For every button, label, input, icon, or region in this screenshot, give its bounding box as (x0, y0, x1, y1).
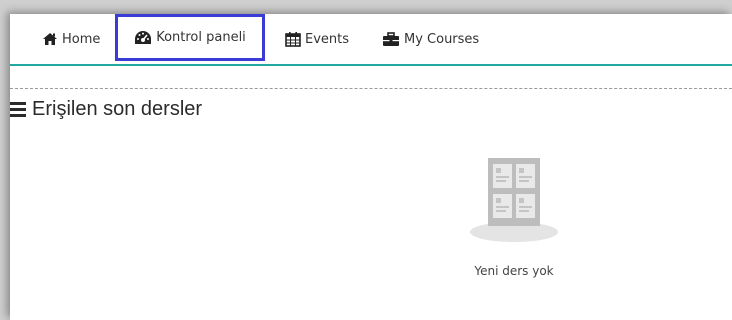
section-divider (10, 88, 732, 89)
screenshot-frame: Home Kontrol paneli Events My Courses Er… (0, 0, 732, 320)
briefcase-icon (382, 31, 400, 47)
calendar-icon (285, 31, 301, 47)
nav-home-label: Home (62, 31, 101, 47)
nav-dashboard[interactable]: Kontrol paneli (115, 14, 265, 61)
page: Home Kontrol paneli Events My Courses Er… (10, 14, 732, 320)
top-navbar: Home Kontrol paneli Events My Courses (10, 14, 732, 66)
nav-events-label: Events (305, 31, 350, 47)
nav-events[interactable]: Events (285, 14, 349, 64)
recent-courses-title: Erişilen son dersler (32, 98, 203, 120)
menu-icon (10, 102, 26, 117)
recent-courses-heading: Erişilen son dersler (10, 98, 202, 121)
nav-my-courses[interactable]: My Courses (382, 14, 479, 64)
no-courses-message: Yeni ders yok (474, 264, 554, 278)
nav-dashboard-label: Kontrol paneli (156, 30, 246, 45)
course-grid-icon (465, 154, 563, 244)
home-icon (42, 32, 58, 46)
nav-my-courses-label: My Courses (404, 31, 480, 47)
dashboard-icon (134, 30, 152, 46)
nav-home[interactable]: Home (42, 14, 100, 64)
